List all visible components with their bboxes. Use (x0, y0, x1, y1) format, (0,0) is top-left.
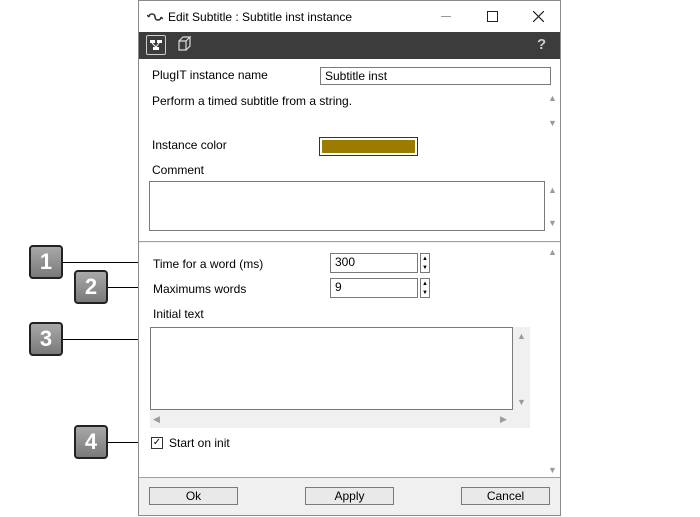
graph-button[interactable] (146, 35, 166, 55)
time-for-word-stepper[interactable]: ▲ ▼ (420, 253, 430, 273)
scroll-down-icon[interactable]: ▼ (517, 397, 526, 407)
maximums-words-input[interactable]: 9 (330, 278, 418, 298)
callout-1: 1 (29, 245, 63, 279)
start-on-init-checkbox[interactable]: ✓ (151, 437, 163, 449)
maximums-words-stepper[interactable]: ▲ ▼ (420, 278, 430, 298)
app-icon (147, 13, 163, 21)
footer-divider (139, 477, 560, 478)
help-button[interactable]: ? (537, 36, 546, 53)
stepper-down-icon[interactable]: ▼ (422, 265, 428, 271)
color-fill (322, 140, 415, 153)
comment-scrollbar[interactable]: ▲ ▼ (546, 181, 560, 231)
parameters-section: Time for a word (ms) 300 ▲ ▼ Maximums wo… (139, 243, 560, 477)
time-for-word-label: Time for a word (ms) (153, 257, 264, 271)
callout-1-leader (63, 262, 150, 263)
maximize-button[interactable] (469, 1, 515, 32)
stepper-down-icon[interactable]: ▼ (422, 290, 428, 296)
time-for-word-input[interactable]: 300 (330, 253, 418, 273)
graph-icon (150, 40, 162, 50)
scroll-up-icon[interactable]: ▲ (548, 247, 557, 257)
scroll-left-icon[interactable]: ◀ (153, 414, 160, 425)
scroll-down-icon[interactable]: ▼ (548, 465, 557, 475)
start-on-init-label: Start on init (169, 436, 230, 450)
maximize-icon (486, 11, 498, 22)
scroll-up-icon[interactable]: ▲ (548, 93, 557, 103)
callout-3-leader (63, 339, 150, 340)
initial-text-vscrollbar[interactable]: ▲ ▼ (515, 327, 529, 411)
window-title: Edit Subtitle : Subtitle inst instance (168, 10, 353, 24)
parameters-scrollbar[interactable]: ▲ ▼ (546, 245, 560, 475)
description-scrollbar[interactable]: ▲ ▼ (546, 91, 560, 131)
callout-2: 2 (74, 270, 108, 304)
apply-button[interactable]: Apply (305, 487, 394, 505)
instance-description: Perform a timed subtitle from a string. (152, 94, 353, 108)
minimize-icon (441, 16, 451, 17)
scroll-up-icon[interactable]: ▲ (517, 331, 526, 341)
title-bar[interactable]: Edit Subtitle : Subtitle inst instance (139, 1, 560, 32)
instance-color-label: Instance color (152, 138, 227, 152)
help-icon: ? (537, 36, 547, 53)
instance-color-swatch[interactable] (319, 137, 418, 156)
close-button[interactable] (515, 1, 561, 32)
instance-name-label: PlugIT instance name (152, 68, 268, 82)
comment-label: Comment (152, 163, 205, 177)
comment-textarea[interactable] (149, 181, 545, 231)
scroll-down-icon[interactable]: ▼ (548, 118, 557, 128)
scroll-down-icon[interactable]: ▼ (548, 218, 557, 228)
scroll-up-icon[interactable]: ▲ (548, 185, 557, 195)
section-divider (139, 241, 560, 242)
callout-3: 3 (29, 322, 63, 356)
cube-icon (178, 36, 192, 51)
initial-text-label: Initial text (153, 307, 204, 321)
instance-section: PlugIT instance name Subtitle inst Perfo… (139, 59, 560, 241)
cancel-button[interactable]: Cancel (461, 487, 550, 505)
instance-name-input[interactable]: Subtitle inst (320, 67, 551, 85)
stepper-up-icon[interactable]: ▲ (422, 281, 428, 287)
ok-button[interactable]: Ok (149, 487, 238, 505)
stepper-up-icon[interactable]: ▲ (422, 256, 428, 262)
maximums-words-label: Maximums words (153, 282, 247, 296)
edit-subtitle-window: Edit Subtitle : Subtitle inst instance ?… (138, 0, 561, 516)
initial-text-textarea[interactable] (150, 327, 513, 410)
initial-text-hscrollbar[interactable]: ◀ ▶ (150, 413, 513, 427)
cube-button[interactable] (176, 35, 196, 55)
callout-4: 4 (74, 425, 108, 459)
scroll-right-icon[interactable]: ▶ (500, 414, 507, 425)
toolbar: ? (139, 32, 560, 59)
minimize-button[interactable] (423, 1, 469, 32)
close-icon (532, 11, 544, 22)
